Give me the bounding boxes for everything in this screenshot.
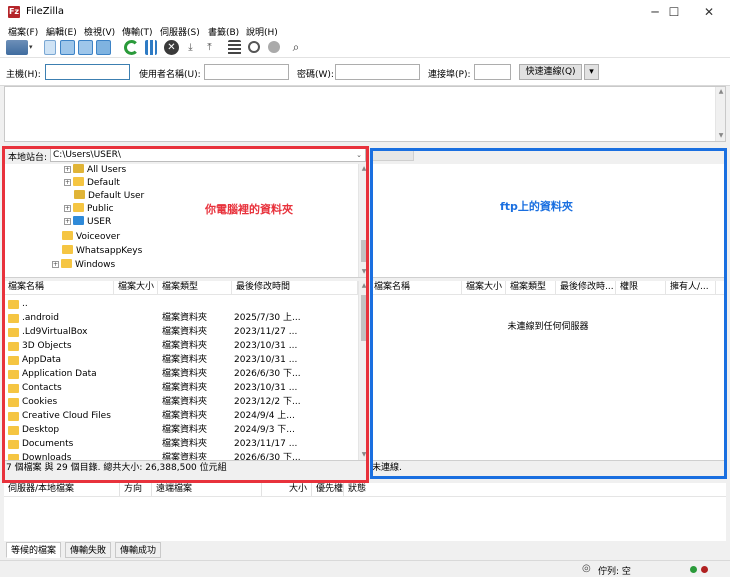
queue-status: 佇列: 空 (598, 567, 631, 577)
quickconnect-dropdown-button[interactable]: ▾ (584, 64, 599, 80)
column-priority[interactable]: 優先權 (312, 483, 344, 496)
username-input[interactable] (204, 64, 289, 80)
toggle-directory-comparison-icon[interactable] (248, 41, 260, 53)
tab-successful-transfers[interactable]: 傳輸成功 (115, 542, 162, 558)
column-server-local-file[interactable]: 伺服器/本地檔案 (4, 483, 120, 496)
menu-server[interactable]: 伺服器(S) (160, 25, 200, 38)
column-direction[interactable]: 方向 (120, 483, 152, 496)
cancel-operation-icon[interactable]: ✕ (164, 40, 179, 55)
menu-bar: 檔案(F) 編輯(E) 檢視(V) 傳輸(T) 伺服器(S) 書籤(B) 說明(… (0, 24, 730, 38)
transfer-queue[interactable]: 伺服器/本地檔案 方向 遠端檔案 大小 優先權 狀態 (4, 483, 726, 541)
host-input[interactable] (45, 64, 130, 80)
toggle-message-log-icon[interactable] (44, 40, 56, 55)
download-indicator-icon (701, 566, 708, 573)
tab-queued-files[interactable]: 等候的檔案 (6, 542, 62, 558)
menu-edit[interactable]: 編輯(E) (46, 25, 77, 38)
title-bar: Fz FileZilla ─ ☐ ✕ (0, 0, 730, 24)
port-input[interactable] (474, 64, 511, 80)
refresh-icon[interactable] (124, 40, 139, 55)
local-pane-annotation-box (2, 146, 369, 483)
host-label: 主機(H): (6, 70, 41, 80)
menu-help[interactable]: 說明(H) (246, 25, 278, 38)
toggle-sync-browsing-icon[interactable] (268, 41, 280, 53)
toggle-transfer-queue-icon[interactable] (96, 40, 111, 55)
column-remote-file[interactable]: 遠端檔案 (152, 483, 262, 496)
password-label: 密碼(W): (297, 70, 334, 80)
column-status[interactable]: 狀態 (344, 483, 384, 496)
password-input[interactable] (335, 64, 420, 80)
maximize-button[interactable]: ☐ (659, 3, 689, 21)
scroll-up-icon[interactable]: ▲ (716, 87, 726, 97)
menu-bookmarks[interactable]: 書籤(B) (208, 25, 239, 38)
message-log[interactable]: ▲ ▼ (4, 86, 726, 142)
status-bar: ◎ 佇列: 空 (0, 560, 730, 577)
speed-limit-icon[interactable]: ◎ (582, 563, 591, 574)
reconnect-icon[interactable]: ⤒ (203, 40, 216, 55)
remote-pane-annotation: ftp上的資料夾 (500, 200, 573, 213)
tab-failed-transfers[interactable]: 傳輸失敗 (65, 542, 112, 558)
directory-listing-filters-icon[interactable] (228, 40, 241, 55)
toggle-remote-tree-icon[interactable] (78, 40, 93, 55)
toolbar: ▾ ✕ ⤓ ⤒ ⌕ (0, 38, 730, 58)
site-manager-dropdown-icon[interactable]: ▾ (29, 40, 37, 55)
menu-file[interactable]: 檔案(F) (8, 25, 38, 38)
disconnect-icon[interactable]: ⤓ (184, 40, 197, 55)
toggle-local-tree-icon[interactable] (60, 40, 75, 55)
quickconnect-button[interactable]: 快速連線(Q) (519, 64, 582, 80)
quickconnect-bar: 主機(H): 使用者名稱(U): 密碼(W): 連接埠(P): 快速連線(Q) … (0, 58, 730, 86)
window-title: FileZilla (26, 6, 65, 17)
column-size[interactable]: 大小 (262, 483, 312, 496)
menu-transfer[interactable]: 傳輸(T) (122, 25, 153, 38)
close-button[interactable]: ✕ (694, 3, 724, 21)
message-log-scrollbar[interactable]: ▲ ▼ (715, 87, 725, 141)
process-queue-icon[interactable] (145, 40, 157, 55)
transfer-queue-header: 伺服器/本地檔案 方向 遠端檔案 大小 優先權 狀態 (4, 483, 726, 497)
menu-view[interactable]: 檢視(V) (84, 25, 115, 38)
binoculars-search-icon[interactable]: ⌕ (288, 40, 304, 55)
port-label: 連接埠(P): (428, 70, 471, 80)
scroll-down-icon[interactable]: ▼ (716, 131, 726, 141)
filezilla-logo-icon: Fz (8, 6, 20, 18)
local-pane-annotation: 你電腦裡的資料夾 (205, 203, 293, 216)
site-manager-icon[interactable] (6, 40, 28, 55)
upload-indicator-icon (690, 566, 697, 573)
username-label: 使用者名稱(U): (139, 70, 201, 80)
